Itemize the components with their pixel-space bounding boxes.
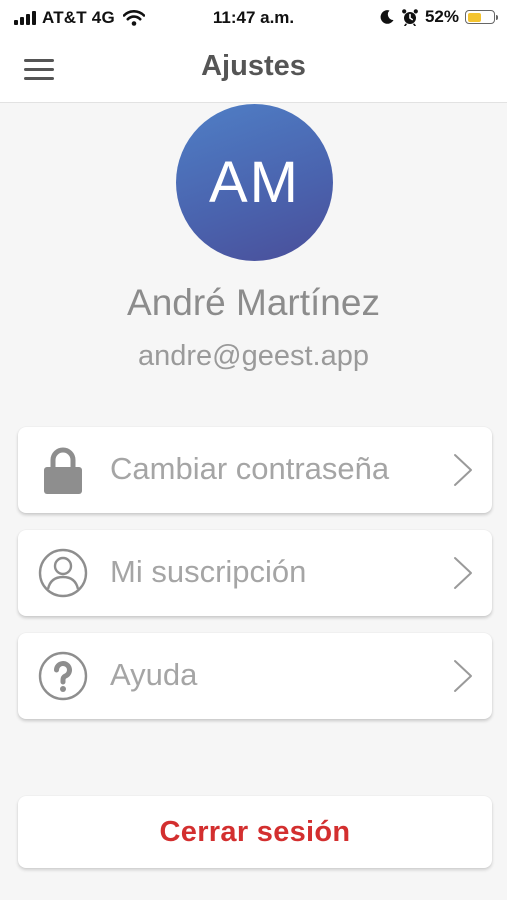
user-name: André Martínez (127, 282, 380, 323)
chevron-right-icon (454, 454, 472, 486)
status-bar: AT&T 4G 11:47 a.m. 52% (0, 0, 507, 36)
help-label: Ayuda (110, 657, 198, 692)
chevron-right-icon (454, 557, 472, 589)
help-button[interactable]: Ayuda (18, 633, 492, 719)
status-bar-right: 52% (379, 7, 498, 27)
avatar: AM (176, 104, 333, 261)
battery-level (467, 12, 481, 22)
navigation-bar: Ajustes (0, 36, 507, 103)
change-password-button[interactable]: Cambiar contraseña (18, 427, 492, 513)
logout-label: Cerrar sesión (159, 815, 351, 848)
battery-percent: 52% (424, 7, 459, 26)
subscription-button[interactable]: Mi suscripción (18, 530, 492, 616)
subscription-label: Mi suscripción (110, 554, 307, 589)
logout-button[interactable]: Cerrar sesión (18, 796, 492, 868)
avatar-initials: AM (209, 150, 300, 215)
moon-icon (380, 10, 394, 24)
page-title: Ajustes (201, 50, 306, 82)
lock-icon (44, 447, 82, 494)
chevron-right-icon (454, 660, 472, 692)
user-circle-icon (38, 548, 88, 598)
user-email: andre@geest.app (138, 340, 369, 372)
help-circle-icon (38, 651, 88, 701)
battery-icon (465, 10, 498, 24)
alarm-icon (402, 9, 418, 26)
change-password-label: Cambiar contraseña (110, 451, 390, 486)
